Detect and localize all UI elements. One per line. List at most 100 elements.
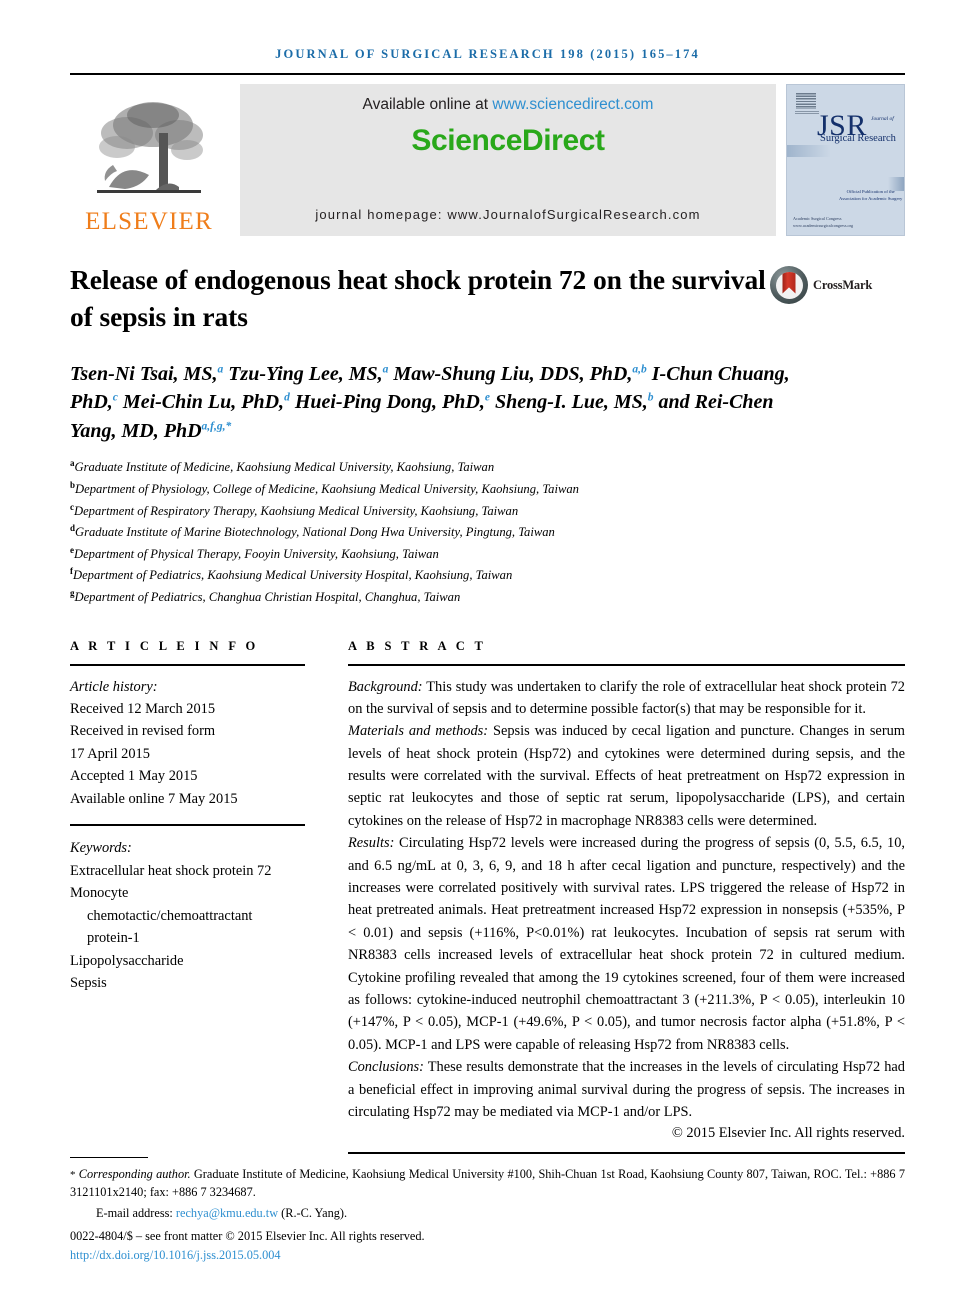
abstract-methods: Materials and methods: Sepsis was induce… — [348, 720, 905, 832]
revised-label: Received in revised form — [70, 723, 216, 740]
email-link[interactable]: rechya@kmu.edu.tw — [176, 1206, 278, 1220]
affiliation-text: Graduate Institute of Medicine, Kaohsiun… — [74, 460, 495, 475]
author-affiliation-marks: d — [284, 391, 290, 404]
abstract-results-label: Results: — [348, 835, 395, 852]
author-name: Tsen-Ni Tsai, MS, — [70, 362, 218, 385]
header-divider — [70, 73, 905, 75]
affiliation-text: Department of Pediatrics, Changhua Chris… — [74, 590, 461, 605]
abstract-column: A B S T R A C T Background: This study w… — [348, 639, 905, 1155]
abstract-divider — [348, 663, 905, 666]
sciencedirect-link[interactable]: www.sciencedirect.com — [492, 96, 653, 113]
revised-date: 17 April 2015 — [70, 745, 150, 762]
abstract-methods-label: Materials and methods: — [348, 723, 489, 740]
keywords-label: Keywords: — [70, 840, 132, 857]
sciencedirect-banner: Available online at www.sciencedirect.co… — [240, 84, 776, 236]
abstract-copyright: © 2015 Elsevier Inc. All rights reserved… — [671, 1125, 905, 1142]
affiliation-item: cDepartment of Respiratory Therapy, Kaoh… — [70, 500, 905, 522]
cover-journal-word: Journal of — [871, 116, 894, 122]
article-info-column: A R T I C L E I N F O Article history: R… — [70, 639, 305, 1155]
corresponding-author-text: Graduate Institute of Medicine, Kaohsiun… — [70, 1166, 905, 1200]
abstract-heading: A B S T R A C T — [348, 638, 487, 653]
page-footer: * Corresponding author. Graduate Institu… — [70, 1156, 905, 1265]
footnote-asterisk: * — [70, 1168, 76, 1181]
keywords-items: Extracellular heat shock protein 72 Monoc… — [70, 860, 305, 995]
affiliation-item: bDepartment of Physiology, College of Me… — [70, 478, 905, 500]
abstract-results: Results: Circulating Hsp72 levels were i… — [348, 832, 905, 1056]
cover-accent-bar-left — [787, 145, 831, 157]
affiliation-item: eDepartment of Physical Therapy, Fooyin … — [70, 543, 905, 565]
abstract-conclusions-text: These results demonstrate that the incre… — [348, 1059, 905, 1120]
crossmark-label: CrossMark — [813, 277, 873, 292]
crossmark-badge[interactable]: CrossMark — [770, 266, 872, 304]
email-line: E-mail address: rechya@kmu.edu.tw (R.-C.… — [70, 1204, 905, 1223]
journal-running-head: JOURNAL OF SURGICAL RESEARCH 198 (2015) … — [275, 47, 700, 61]
affiliation-item: fDepartment of Pediatrics, Kaohsiung Med… — [70, 564, 905, 586]
page-title: Release of endogenous heat shock protein… — [70, 264, 766, 332]
author-name: Mei-Chin Lu, PhD, — [122, 391, 285, 414]
cover-footer-text: Academic Surgical Congress www.academicsu… — [793, 216, 854, 228]
cover-subtitle: Surgical Research — [820, 133, 896, 144]
article-info-divider — [70, 663, 305, 666]
article-info-heading: A R T I C L E I N F O — [70, 638, 259, 653]
author-affiliation-marks: a,f,g,* — [201, 420, 232, 433]
author-affiliation-marks: a — [382, 363, 389, 376]
keyword-item: Sepsis — [70, 975, 107, 992]
author-affiliation-marks: b — [647, 391, 654, 404]
affiliation-list: aGraduate Institute of Medicine, Kaohsiu… — [70, 456, 905, 607]
affiliation-item: dGraduate Institute of Marine Biotechnol… — [70, 521, 905, 543]
author-affiliation-marks: a,b — [632, 363, 647, 376]
abstract-background: Background: This study was undertaken to… — [348, 676, 905, 721]
abstract-bottom-divider — [348, 1152, 905, 1155]
cover-elsevier-tree-icon — [796, 93, 816, 109]
author-affiliation-marks: c — [112, 391, 118, 404]
cover-elsevier-wordmark — [795, 111, 819, 115]
affiliation-text: Graduate Institute of Marine Biotechnolo… — [75, 525, 555, 540]
masthead: ELSEVIER Available online at www.science… — [70, 84, 905, 236]
affiliation-item: aGraduate Institute of Medicine, Kaohsiu… — [70, 456, 905, 478]
sciencedirect-logo: ScienceDirect — [411, 124, 605, 157]
affiliation-text: Department of Pediatrics, Kaohsiung Medi… — [73, 568, 513, 583]
title-row: Release of endogenous heat shock protein… — [70, 262, 905, 336]
article-history-label: Article history: — [70, 678, 158, 695]
affiliation-text: Department of Respiratory Therapy, Kaohs… — [74, 503, 519, 518]
keywords-divider — [70, 824, 305, 827]
keyword-item: protein-1 — [87, 930, 140, 947]
author-affiliation-marks: e — [484, 391, 490, 404]
keyword-item: chemotactic/chemoattractant — [87, 907, 253, 924]
received-date: Received 12 March 2015 — [70, 700, 216, 717]
affiliation-text: Department of Physiology, College of Med… — [75, 482, 579, 497]
corresponding-author-label: Corresponding author. — [78, 1166, 191, 1181]
abstract-body: Background: This study was undertaken to… — [348, 676, 905, 1124]
abstract-results-text: Circulating Hsp72 levels were increased … — [348, 835, 905, 1053]
author-name: Tzu-Ying Lee, MS, — [228, 362, 383, 385]
footnote-divider — [70, 1156, 148, 1158]
email-attribution: (R.-C. Yang). — [281, 1205, 348, 1220]
abstract-background-text: This study was undertaken to clarify the… — [348, 678, 905, 717]
available-online-date: Available online 7 May 2015 — [70, 790, 238, 807]
article-first-page: JOURNAL OF SURGICAL RESEARCH 198 (2015) … — [0, 0, 975, 1305]
abstract-conclusions-label: Conclusions: — [348, 1059, 424, 1076]
cover-official-text: Official Publication of the Association f… — [839, 189, 903, 201]
email-label: E-mail address: — [96, 1205, 173, 1220]
crossmark-icon — [770, 266, 808, 304]
author-affiliation-marks: a — [217, 363, 224, 376]
journal-cover-thumbnail: JSR Journal of Surgical Research Officia… — [786, 84, 905, 236]
elsevier-logo: ELSEVIER — [70, 84, 228, 236]
keyword-item: Lipopolysaccharide — [70, 952, 184, 969]
author-name: Sheng-I. Lue, MS, — [494, 391, 648, 414]
abstract-conclusions: Conclusions: These results demonstrate t… — [348, 1056, 905, 1123]
available-online-line: Available online at www.sciencedirect.co… — [363, 96, 654, 114]
journal-homepage-line: journal homepage: www.JournalofSurgicalR… — [315, 207, 701, 222]
issn-copyright-line: 0022-4804/$ – see front matter © 2015 El… — [70, 1228, 425, 1243]
doi-line: http://dx.doi.org/10.1016/j.jss.2015.05.… — [70, 1246, 905, 1265]
doi-link[interactable]: http://dx.doi.org/10.1016/j.jss.2015.05.… — [70, 1248, 281, 1262]
elsevier-wordmark: ELSEVIER — [85, 208, 213, 235]
abstract-background-label: Background: — [348, 678, 423, 695]
available-online-text: Available online at — [362, 96, 489, 113]
keyword-item: Monocyte — [70, 885, 129, 902]
keyword-item: Extracellular heat shock protein 72 — [70, 862, 272, 879]
info-abstract-columns: A R T I C L E I N F O Article history: R… — [70, 639, 905, 1155]
author-name: Huei-Ping Dong, PhD, — [294, 391, 485, 414]
accepted-date: Accepted 1 May 2015 — [70, 768, 198, 785]
corresponding-author-note: * Corresponding author. Graduate Institu… — [70, 1165, 905, 1202]
